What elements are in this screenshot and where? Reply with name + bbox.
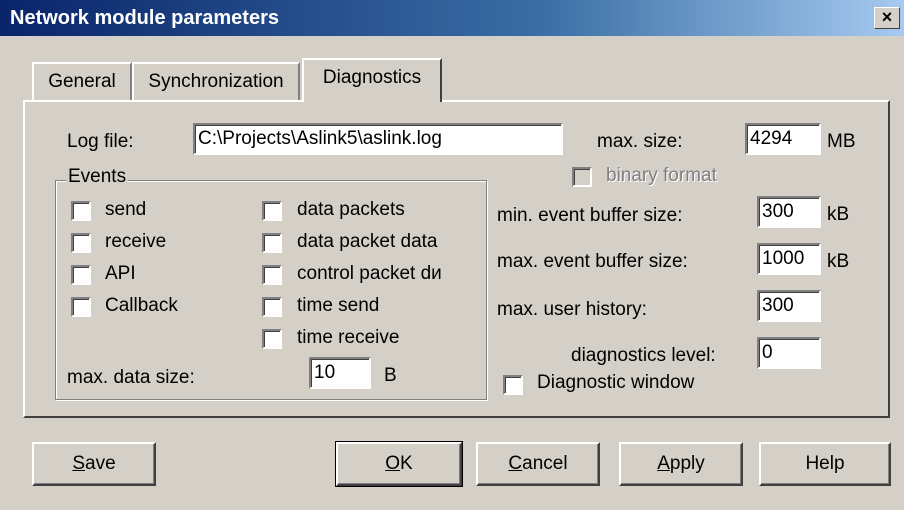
min-event-buffer-label: min. event buffer size: <box>497 205 683 226</box>
log-file-label: Log file: <box>67 131 134 152</box>
data-packet-data-checkbox[interactable] <box>262 233 282 253</box>
ok-button[interactable]: OK <box>335 441 463 487</box>
max-data-size-input[interactable]: 10 <box>309 357 371 389</box>
control-packet-data-label: control packet dи <box>297 263 442 284</box>
save-button[interactable]: Save <box>32 442 156 486</box>
send-checkbox[interactable] <box>71 201 91 221</box>
apply-accel: A <box>657 453 670 474</box>
help-label: Help <box>805 453 845 474</box>
tab-diagnostics[interactable]: Diagnostics <box>302 58 442 102</box>
max-event-buffer-input[interactable]: 1000 <box>757 243 821 275</box>
apply-button[interactable]: Apply <box>619 442 743 486</box>
save-accel: S <box>72 453 86 474</box>
cancel-label: ancel <box>522 453 568 474</box>
ok-accel: O <box>385 453 401 474</box>
max-data-size-label: max. data size: <box>67 367 195 388</box>
ok-label: K <box>400 453 413 474</box>
help-button[interactable]: Help <box>759 442 891 486</box>
time-send-label: time send <box>297 295 380 316</box>
log-file-input[interactable]: C:\Projects\Aslink5\aslink.log <box>193 123 563 155</box>
diagnostic-window-checkbox[interactable] <box>503 375 523 395</box>
title-bar: Network module parameters × <box>0 0 904 36</box>
max-size-input[interactable]: 4294 <box>745 123 821 155</box>
cancel-button[interactable]: Cancel <box>476 442 600 486</box>
min-event-buffer-input[interactable]: 300 <box>757 196 821 228</box>
close-button[interactable]: × <box>874 7 900 29</box>
callback-label: Callback <box>105 295 178 316</box>
data-packets-checkbox[interactable] <box>262 201 282 221</box>
tab-general[interactable]: General <box>32 62 132 102</box>
max-size-label: max. size: <box>597 131 683 152</box>
control-packet-data-checkbox[interactable] <box>262 265 282 285</box>
api-checkbox[interactable] <box>71 265 91 285</box>
tab-synchronization-label: Synchronization <box>148 71 284 92</box>
tab-diagnostics-label: Diagnostics <box>322 67 422 88</box>
binary-format-checkbox[interactable] <box>572 167 592 187</box>
max-size-unit: MB <box>827 131 856 152</box>
receive-checkbox[interactable] <box>71 233 91 253</box>
receive-label: receive <box>105 231 167 252</box>
time-receive-checkbox[interactable] <box>262 329 282 349</box>
max-user-history-label: max. user history: <box>497 299 647 320</box>
active-tab-gap <box>304 100 440 104</box>
cancel-accel: C <box>508 453 523 474</box>
close-icon: × <box>881 7 893 27</box>
min-event-buffer-unit: kB <box>827 204 850 225</box>
tab-general-label: General <box>48 71 116 92</box>
binary-format-label: binary format <box>606 165 717 186</box>
max-user-history-input[interactable]: 300 <box>757 290 821 322</box>
save-label: ave <box>85 453 116 474</box>
send-label: send <box>105 199 147 220</box>
data-packet-data-label: data packet data <box>297 231 438 252</box>
tab-synchronization[interactable]: Synchronization <box>132 62 300 102</box>
max-data-size-unit: B <box>384 365 397 386</box>
callback-checkbox[interactable] <box>71 297 91 317</box>
window-title: Network module parameters <box>10 7 279 29</box>
diagnostics-level-input[interactable]: 0 <box>757 337 821 369</box>
diagnostic-window-label: Diagnostic window <box>537 372 695 393</box>
time-receive-label: time receive <box>297 327 400 348</box>
api-label: API <box>105 263 136 284</box>
data-packets-label: data packets <box>297 199 405 220</box>
max-event-buffer-label: max. event buffer size: <box>497 251 688 272</box>
time-send-checkbox[interactable] <box>262 297 282 317</box>
events-group-title: Events <box>66 166 129 188</box>
max-event-buffer-unit: kB <box>827 251 850 272</box>
diagnostics-level-label: diagnostics level: <box>571 345 716 366</box>
apply-label: pply <box>669 453 705 474</box>
